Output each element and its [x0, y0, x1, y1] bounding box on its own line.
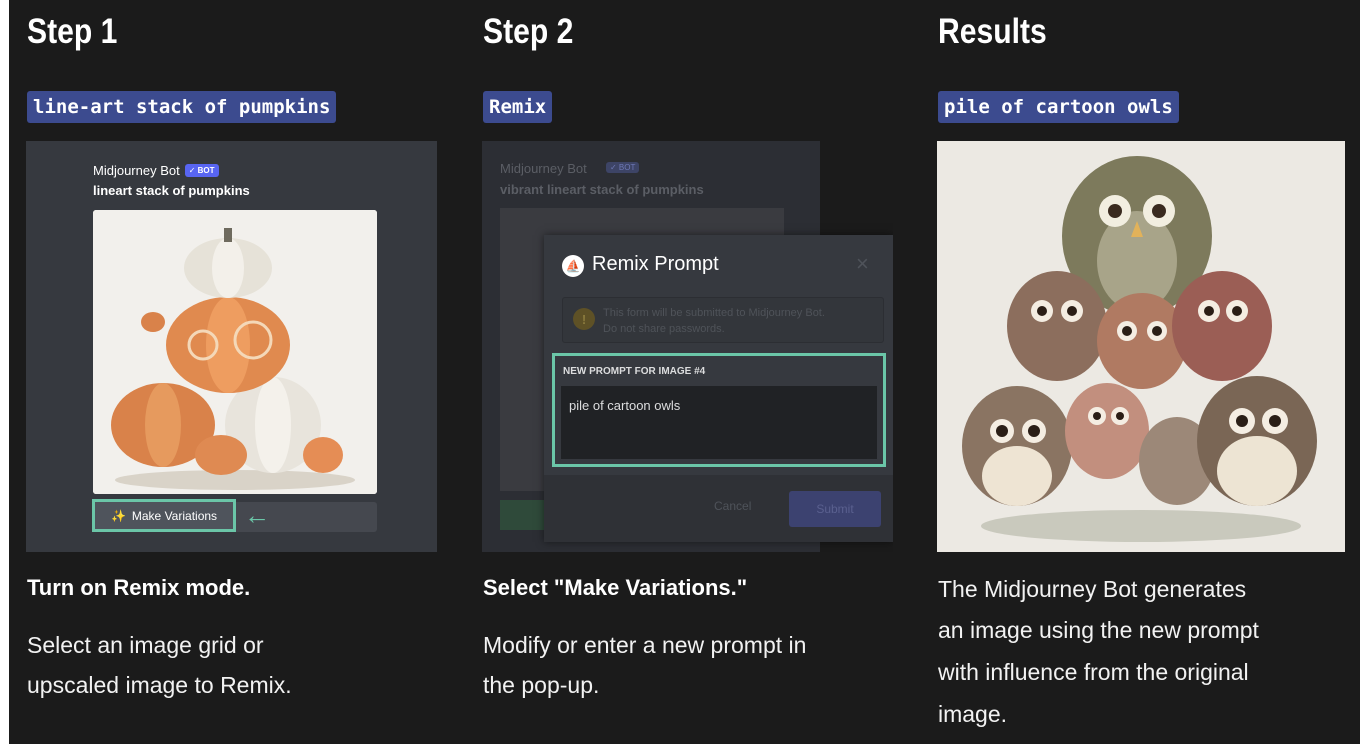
notice-line-2: Do not share passwords.: [603, 323, 725, 335]
close-icon[interactable]: ×: [856, 251, 869, 277]
notice-text: This form will be submitted to Midjourne…: [603, 305, 883, 337]
new-prompt-label: NEW PROMPT FOR IMAGE #4: [563, 366, 706, 377]
security-notice: ! This form will be submitted to Midjour…: [562, 297, 884, 343]
dimmed-button: [500, 500, 548, 530]
step-2-caption-line-1: Modify or enter a new prompt in: [483, 632, 807, 658]
pumpkins-image[interactable]: [93, 210, 377, 494]
step-1-caption-title: Turn on Remix mode.: [27, 575, 251, 600]
step-2-caption-title: Select "Make Variations.": [483, 575, 748, 600]
modal-title: Remix Prompt: [592, 253, 719, 275]
step-1-prompt-chip: line-art stack of pumpkins: [27, 91, 337, 123]
step-2-caption-line-2: the pop-up.: [483, 672, 600, 698]
step-2-screenshot: Midjourney Bot ✓ BOT vibrant lineart sta…: [482, 141, 893, 552]
results-caption-line-1: The Midjourney Bot generates: [938, 576, 1247, 602]
pumpkins-illustration: [93, 210, 377, 494]
remix-prompt-modal: ⛵ Remix Prompt × ! This form will be sub…: [544, 235, 893, 542]
bot-name[interactable]: Midjourney Bot: [93, 163, 180, 178]
owls-illustration: [937, 141, 1345, 552]
warning-icon: !: [573, 308, 595, 330]
results-caption-line-3: with influence from the original: [938, 659, 1249, 685]
step-1-caption-line-2: upscaled image to Remix.: [27, 672, 292, 698]
step-1-screenshot: Midjourney Bot ✓ BOT lineart stack of pu…: [26, 141, 437, 552]
bot-badge: ✓ BOT: [184, 164, 219, 177]
results-title: Results: [938, 12, 1047, 51]
step-1-caption-line-1: Select an image grid or: [27, 632, 264, 658]
make-variations-label: Make Variations: [131, 508, 218, 523]
new-prompt-value: pile of cartoon owls: [569, 398, 681, 413]
owls-result-image[interactable]: [937, 141, 1345, 552]
results-caption-line-4: image.: [938, 701, 1008, 727]
step-1-title: Step 1: [27, 12, 118, 51]
submit-button[interactable]: Submit: [789, 491, 881, 527]
magic-wand-icon: ✨: [110, 508, 126, 523]
modal-footer: Cancel Submit: [544, 475, 893, 542]
pointer-arrow-icon: ←: [244, 500, 270, 530]
notice-line-1: This form will be submitted to Midjourne…: [603, 307, 825, 319]
results-caption-line-2: an image using the new prompt: [938, 617, 1259, 643]
new-prompt-input[interactable]: pile of cartoon owls: [561, 386, 877, 459]
step-2-title: Step 2: [483, 12, 574, 51]
new-prompt-section: NEW PROMPT FOR IMAGE #4 pile of cartoon …: [552, 353, 886, 467]
midjourney-sail-icon: ⛵: [562, 255, 584, 277]
dimmed-bot-badge: ✓ BOT: [606, 162, 640, 173]
bot-header: Midjourney Bot ✓ BOT: [93, 163, 219, 178]
make-variations-button[interactable]: ✨ Make Variations: [92, 499, 236, 532]
dimmed-bot-name: Midjourney Bot: [500, 161, 587, 176]
dimmed-bot-message: vibrant lineart stack of pumpkins: [500, 182, 704, 197]
step-2-prompt-chip: Remix: [483, 91, 553, 123]
bot-message: lineart stack of pumpkins: [93, 183, 250, 198]
cancel-button[interactable]: Cancel: [714, 499, 751, 513]
results-prompt-chip: pile of cartoon owls: [938, 91, 1179, 123]
